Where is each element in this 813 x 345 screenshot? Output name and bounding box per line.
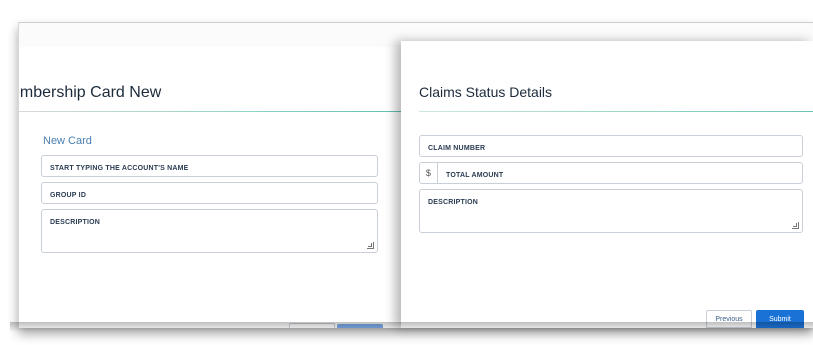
app-window: embership Card New New Card START TYPING… [18,22,813,328]
account-name-input[interactable]: START TYPING THE ACCOUNT'S NAME [41,155,378,177]
title-divider [419,111,813,112]
membership-card-title: embership Card New [19,84,162,101]
group-id-input[interactable]: GROUP ID [41,182,378,204]
resize-handle-icon[interactable] [367,242,374,249]
new-card-section-label: New Card [43,135,92,147]
total-amount-input[interactable]: $ TOTAL AMOUNT [419,162,803,184]
title-divider [19,111,401,112]
resize-handle-icon[interactable] [792,222,799,229]
claims-description-label: DESCRIPTION [428,199,479,206]
membership-description-textarea[interactable]: DESCRIPTION [41,209,378,253]
membership-description-label: DESCRIPTION [50,219,101,226]
membership-card-form-panel: embership Card New New Card START TYPING… [19,47,401,328]
claims-status-title: Claims Status Details [419,84,553,100]
claim-number-label: CLAIM NUMBER [428,145,486,152]
window-bottom-shadow [10,322,813,332]
dollar-prefix: $ [420,163,438,183]
claim-number-input[interactable]: CLAIM NUMBER [419,135,803,157]
claims-description-textarea[interactable]: DESCRIPTION [419,189,803,233]
account-name-label: START TYPING THE ACCOUNT'S NAME [50,165,189,172]
group-id-label: GROUP ID [50,192,87,199]
total-amount-label: TOTAL AMOUNT [446,172,504,179]
claims-status-form-panel: Claims Status Details CLAIM NUMBER $ TOT… [401,41,813,328]
